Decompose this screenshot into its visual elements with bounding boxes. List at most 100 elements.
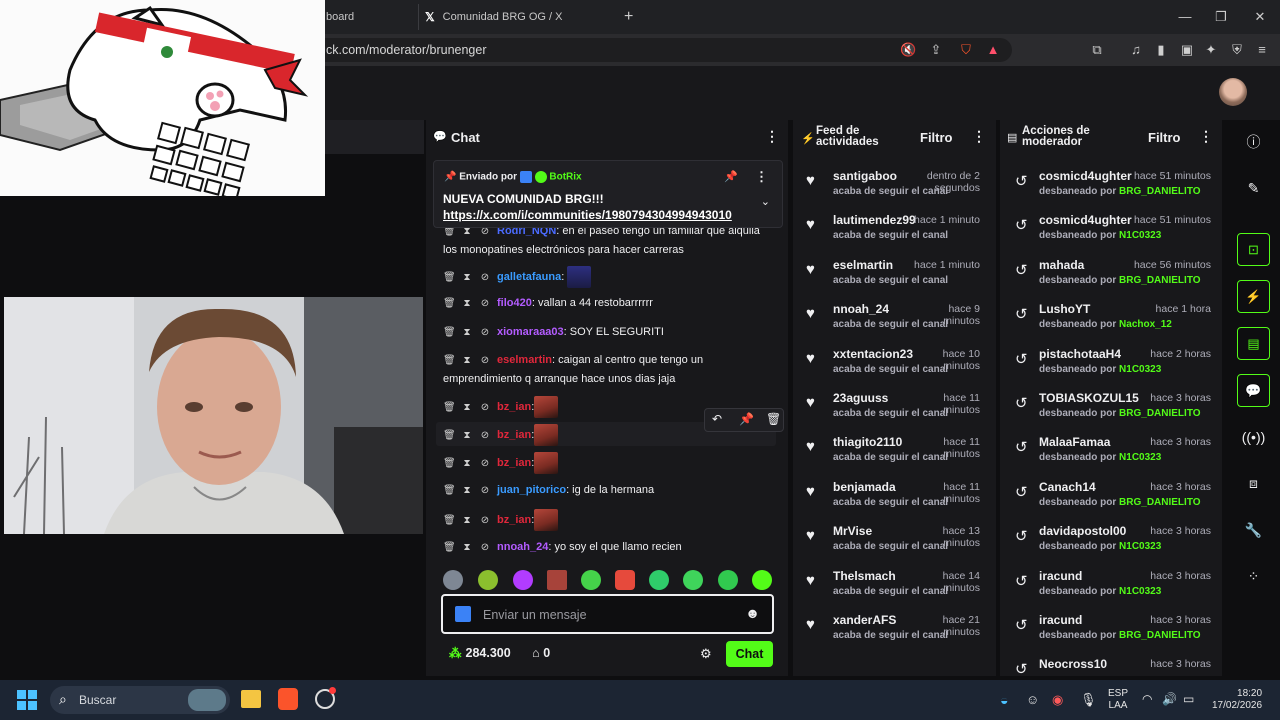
moderator-name[interactable]: BRG_DANIELITO <box>1119 497 1201 508</box>
store-icon[interactable]: ⌂ <box>532 646 540 660</box>
mod-menu-icon[interactable]: ⋮ <box>1199 128 1213 145</box>
settings-gear-icon[interactable]: ⚙ <box>700 646 712 662</box>
vpn-icon[interactable]: ⛨ <box>1229 42 1245 58</box>
edge-icon[interactable]: ◒ <box>1000 692 1008 708</box>
timeout-icon[interactable]: ⧗ <box>461 399 473 417</box>
activity-username[interactable]: 23aguuss <box>833 391 888 405</box>
info-icon[interactable]: ⓘ <box>1237 130 1270 154</box>
delete-icon[interactable]: 🗑 <box>443 269 456 287</box>
mod-target-username[interactable]: iracund <box>1039 569 1082 583</box>
mod-action-item[interactable]: ↺ iracund hace 3 horas desbaneado por N1C03… <box>1009 567 1215 611</box>
ban-icon[interactable]: ⊘ <box>479 399 491 417</box>
chat-username[interactable]: bz_ian <box>497 429 531 441</box>
chat-username[interactable]: bz_ian <box>497 401 531 413</box>
mod-action-item[interactable]: ↺ iracund hace 3 horas desbaneado por BRG_D… <box>1009 611 1215 655</box>
apps-icon[interactable]: ⁘ <box>1237 564 1270 588</box>
activity-item[interactable]: ♥ MrVise hace 13 minutos acaba de seguir el… <box>796 522 986 566</box>
emote-icon[interactable] <box>649 570 669 590</box>
mod-target-username[interactable]: TOBIASKOZUL15 <box>1039 391 1139 405</box>
restore-icon[interactable]: ❐ <box>1209 6 1233 28</box>
chat-username[interactable]: nnoah_24 <box>497 541 548 553</box>
mod-filter-button[interactable]: Filtro <box>1148 130 1181 145</box>
timeout-icon[interactable]: ⧗ <box>461 324 473 342</box>
delete-icon[interactable]: 🗑 <box>443 539 456 557</box>
mod-action-item[interactable]: ↺ Canach14 hace 3 horas desbaneado por BRG_… <box>1009 478 1215 522</box>
windows-start-icon[interactable] <box>17 690 37 710</box>
activity-item[interactable]: ♥ thiagito2110 hace 11 minutos acaba de seg… <box>796 433 986 477</box>
mod-action-item[interactable]: ↺ TOBIASKOZUL15 hace 3 horas desbaneado por… <box>1009 389 1215 433</box>
file-explorer-icon[interactable] <box>241 690 261 708</box>
moderator-name[interactable]: BRG_DANIELITO <box>1119 408 1201 419</box>
chat-input[interactable] <box>483 605 733 625</box>
emote-icon[interactable] <box>752 570 772 590</box>
timeout-icon[interactable]: ⧗ <box>461 352 473 370</box>
minimize-icon[interactable]: — <box>1173 6 1197 28</box>
timeout-icon[interactable]: ⧗ <box>461 295 473 313</box>
delete-icon[interactable]: 🗑 <box>443 512 456 530</box>
delete-icon[interactable]: 🗑 <box>443 352 456 370</box>
mod-action-item[interactable]: ↺ LushoYT hace 1 hora desbaneado por Nachox… <box>1009 300 1215 344</box>
emoji-icon[interactable]: ☻ <box>745 605 760 621</box>
clock[interactable]: 18:20 17/02/2026 <box>1212 688 1262 712</box>
leo-icon[interactable]: ✦ <box>1203 42 1219 58</box>
mod-action-item[interactable]: ↺ mahada hace 56 minutos desbaneado por BRG… <box>1009 256 1215 300</box>
chevron-down-icon[interactable]: ⌄ <box>761 195 770 208</box>
mod-target-username[interactable]: Neocross10 <box>1039 657 1107 671</box>
channel-points[interactable]: ⁂ 284.300 ⌂ 0 <box>449 645 550 663</box>
timeout-icon[interactable]: ⧗ <box>461 482 473 500</box>
pinned-menu-icon[interactable]: ⋮ <box>755 169 768 185</box>
mod-target-username[interactable]: cosmicd4ughter <box>1039 169 1132 183</box>
timeout-icon[interactable]: ⧗ <box>461 269 473 287</box>
emote-icon[interactable] <box>513 570 533 590</box>
sidebar-icon[interactable]: ▮ <box>1153 42 1169 58</box>
activity-item[interactable]: ♥ lautimendez99 hace 1 minuto acaba de segu… <box>796 211 986 255</box>
moderator-name[interactable]: N1C0323 <box>1119 586 1161 597</box>
activity-filter-button[interactable]: Filtro <box>920 130 953 145</box>
delete-icon[interactable]: 🗑 <box>443 482 456 500</box>
wallet-icon[interactable]: ▣ <box>1179 42 1195 58</box>
activity-username[interactable]: MrVise <box>833 524 872 538</box>
mod-target-username[interactable]: Canach14 <box>1039 480 1096 494</box>
ban-icon[interactable]: ⊘ <box>479 455 491 473</box>
mod-action-item[interactable]: ↺ cosmicd4ughter hace 51 minutos desbaneado… <box>1009 167 1215 211</box>
activity-item[interactable]: ♥ 23aguuss hace 11 minutos acaba de seguir … <box>796 389 986 433</box>
ban-icon[interactable]: ⊘ <box>479 512 491 530</box>
chat-menu-icon[interactable]: ⋮ <box>765 128 779 145</box>
mod-action-item[interactable]: ↺ pistachotaaH4 hace 2 horas desbaneado por… <box>1009 345 1215 389</box>
moderator-name[interactable]: BRG_DANIELITO <box>1119 186 1201 197</box>
mod-action-item[interactable]: ↺ cosmicd4ughter hace 51 minutos desbaneado… <box>1009 211 1215 255</box>
activity-item[interactable]: ♥ eselmartin hace 1 minuto acaba de seguir … <box>796 256 986 300</box>
ban-icon[interactable]: ⊘ <box>479 352 491 370</box>
send-chat-button[interactable]: Chat <box>726 641 773 667</box>
timeout-icon[interactable]: ⧗ <box>461 427 473 445</box>
new-tab-button[interactable]: + <box>624 4 640 30</box>
activity-username[interactable]: xxtentacion23 <box>833 347 913 361</box>
browser-tab-x[interactable]: 𝕏 Comunidad BRG OG / X <box>418 4 610 30</box>
layout-icon[interactable]: ⧈ <box>1237 471 1270 495</box>
mod-action-item[interactable]: ↺ Neocross10 hace 3 horas <box>1009 655 1215 699</box>
emote-icon[interactable] <box>615 570 635 590</box>
chat-username[interactable]: eselmartin <box>497 354 552 366</box>
pin-icon[interactable]: 📌 <box>724 170 738 183</box>
music-icon[interactable]: ♫ <box>1128 42 1144 58</box>
activity-item[interactable]: ♥ xxtentacion23 hace 10 minutos acaba de se… <box>796 345 986 389</box>
edit-pencil-icon[interactable]: ✎ <box>1237 176 1270 200</box>
mod-target-username[interactable]: MalaaFamaa <box>1039 435 1110 449</box>
share-icon[interactable]: ⇪ <box>928 42 944 58</box>
activity-username[interactable]: lautimendez99 <box>833 213 916 227</box>
chat-username[interactable]: xiomaraaa03 <box>497 326 564 338</box>
emote-icon[interactable] <box>683 570 703 590</box>
delete-icon[interactable]: 🗑 <box>443 427 456 445</box>
mod-target-username[interactable]: davidapostol00 <box>1039 524 1126 538</box>
moderator-name[interactable]: BRG_DANIELITO <box>1119 630 1201 641</box>
delete-icon[interactable]: 🗑 <box>443 399 456 417</box>
mod-target-username[interactable]: iracund <box>1039 613 1082 627</box>
chat-username[interactable]: bz_ian <box>497 457 531 469</box>
close-icon[interactable]: ✕ <box>1248 6 1272 28</box>
emote-icon[interactable] <box>547 570 567 590</box>
delete-icon[interactable]: 🗑 <box>443 295 456 313</box>
emote-icon[interactable] <box>581 570 601 590</box>
activity-item[interactable]: ♥ xanderAFS hace 21 minutos acaba de seguir… <box>796 611 986 655</box>
pinned-link[interactable]: https://x.com/i/communities/198079430499… <box>443 208 732 222</box>
ban-icon[interactable]: ⊘ <box>479 324 491 342</box>
